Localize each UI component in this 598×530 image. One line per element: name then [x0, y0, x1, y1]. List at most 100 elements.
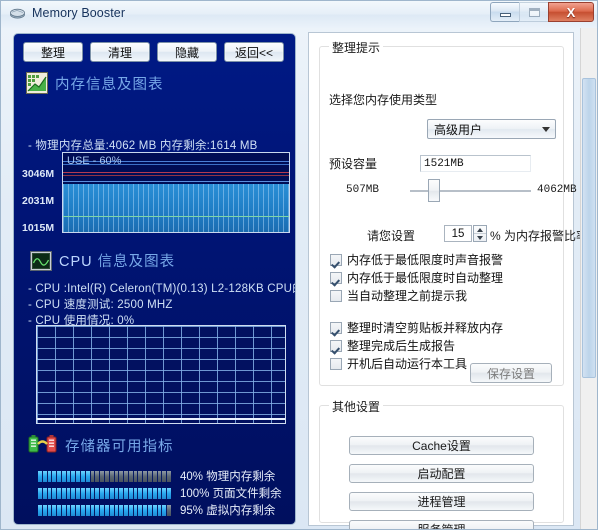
minimize-button[interactable] — [490, 2, 519, 22]
minimize-icon — [499, 13, 511, 17]
memory-line-green — [63, 216, 289, 217]
vertical-scrollbar[interactable] — [580, 28, 597, 529]
bar-segment — [90, 470, 95, 482]
bar-segment — [71, 470, 76, 482]
memory-chip-icon — [10, 8, 25, 19]
bar-segment — [95, 504, 100, 516]
physical-memory-bar — [38, 470, 171, 482]
bar-segment — [76, 487, 81, 499]
checkbox-sound-alarm[interactable]: 内存低于最低限度时声音报警 — [330, 251, 503, 268]
caret-up-icon — [477, 227, 483, 232]
checkbox-prompt-before-box[interactable] — [330, 289, 342, 302]
bar-segment — [152, 470, 157, 482]
bar-segment — [109, 470, 114, 482]
capacity-slider-thumb[interactable] — [428, 179, 440, 202]
bar-segment — [38, 470, 42, 482]
service-manager-button[interactable]: 服务管理 — [349, 520, 534, 529]
bar-segment — [52, 487, 57, 499]
checkbox-auto-tidy-box[interactable] — [330, 271, 342, 284]
hide-button[interactable]: 隐藏 — [157, 42, 217, 62]
bar-segment — [133, 470, 138, 482]
cpu-usage-graph — [36, 325, 286, 424]
close-button[interactable]: X — [548, 2, 594, 22]
bar-segment — [152, 487, 157, 499]
caret-down-icon — [477, 235, 483, 240]
preset-capacity-input[interactable] — [420, 155, 531, 172]
preset-capacity-label: 预设容量 — [329, 157, 378, 171]
stepper-up-button[interactable] — [474, 226, 486, 234]
checkbox-run-at-boot-label: 开机后自动运行本工具 — [347, 357, 468, 371]
checkbox-clear-clipboard[interactable]: 整理时清空剪贴板并释放内存 — [330, 319, 503, 336]
startup-config-button[interactable]: 启动配置 — [349, 464, 534, 483]
bar-segment — [38, 504, 42, 516]
checkbox-generate-report[interactable]: 整理完成后生成报告 — [330, 337, 455, 354]
scrollbar-thumb[interactable] — [582, 78, 596, 378]
bar-segment — [119, 504, 124, 516]
checkbox-run-at-boot[interactable]: 开机后自动运行本工具 — [330, 355, 467, 372]
bar-segment — [133, 504, 138, 516]
bar-segment — [52, 470, 57, 482]
bar-segment — [114, 487, 119, 499]
cache-settings-button[interactable]: Cache设置 — [349, 436, 534, 455]
back-button[interactable]: 返回<< — [224, 42, 284, 62]
bar-segment — [133, 487, 138, 499]
bar-segment — [162, 487, 167, 499]
bar-segment — [119, 487, 124, 499]
bar-segment — [61, 470, 66, 482]
bar-segment — [71, 504, 76, 516]
bar-segment — [66, 470, 71, 482]
checkbox-sound-alarm-box[interactable] — [330, 253, 342, 266]
checkbox-prompt-before[interactable]: 当自动整理之前提示我 — [330, 287, 467, 304]
bar-segment — [76, 470, 81, 482]
memory-line-red2 — [63, 175, 289, 176]
cpu-section-header: CPU 信息及图表 — [30, 250, 175, 271]
clean-button[interactable]: 清理 — [90, 42, 150, 62]
cpu-title-highlight: CPU — [59, 254, 93, 270]
bar-segment — [104, 487, 109, 499]
storage-section-title: 存储器可用指标 — [65, 438, 174, 455]
bar-segment — [114, 504, 119, 516]
bar-segment — [143, 504, 147, 516]
alarm-percent-stepper[interactable] — [473, 225, 487, 242]
cpu-grid-lines — [37, 326, 285, 423]
memory-use-label: USE - 60% — [67, 155, 122, 167]
checkbox-generate-report-label: 整理完成后生成报告 — [347, 339, 456, 353]
defrag-button[interactable]: 整理 — [23, 42, 83, 62]
bar-segment — [162, 504, 167, 516]
checkbox-generate-report-box[interactable] — [330, 339, 342, 352]
battery-pair-icon — [28, 435, 57, 453]
cpu-section-title: CPU 信息及图表 — [59, 250, 175, 271]
bar-segment — [104, 470, 109, 482]
bar-segment — [157, 487, 162, 499]
process-manager-button[interactable]: 进程管理 — [349, 492, 534, 511]
bar-segment — [104, 504, 109, 516]
bar-segment — [157, 470, 162, 482]
checkbox-run-at-boot-box[interactable] — [330, 357, 342, 370]
bar-segment — [61, 487, 66, 499]
bar-segment — [167, 487, 171, 499]
maximize-button[interactable] — [519, 2, 548, 22]
storage-section-header: 存储器可用指标 — [28, 434, 174, 456]
stepper-down-button[interactable] — [474, 234, 486, 241]
bar-segment — [124, 487, 128, 499]
left-info-panel: 整理 清理 隐藏 返回<< 内存信息及图表 - 物理内存总量:4062 MB 内… — [13, 33, 296, 525]
bar-segment — [124, 504, 128, 516]
save-settings-button[interactable]: 保存设置 — [470, 363, 552, 383]
bar-segment — [42, 487, 47, 499]
bar-segment — [162, 470, 167, 482]
checkbox-clear-clipboard-box[interactable] — [330, 321, 342, 334]
bar-segment — [66, 504, 71, 516]
bar-segment — [167, 470, 171, 482]
bar-segment — [100, 504, 104, 516]
bar-segment — [143, 470, 147, 482]
alarm-percent-input[interactable]: 15 — [444, 225, 472, 242]
memory-axis-2031: 2031M — [22, 195, 55, 207]
pagefile-bar — [38, 487, 171, 499]
memory-usage-graph: USE - 60% — [62, 152, 290, 233]
progress-section-title: 回收整理|数据清理 进度 — [61, 524, 226, 525]
bar-segment — [119, 470, 124, 482]
checkbox-auto-tidy[interactable]: 内存低于最低限度时自动整理 — [330, 269, 503, 286]
bar-segment — [138, 487, 143, 499]
memory-type-combo[interactable]: 高级用户 — [427, 119, 556, 139]
checkbox-auto-tidy-label: 内存低于最低限度时自动整理 — [347, 271, 504, 285]
